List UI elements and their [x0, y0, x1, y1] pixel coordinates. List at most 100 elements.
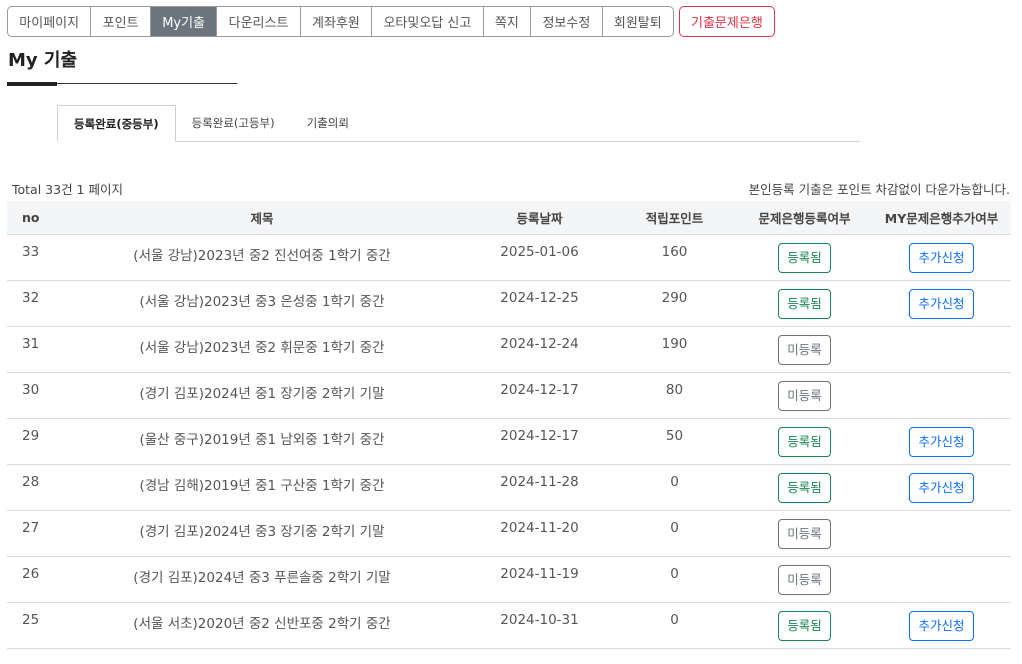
row-title[interactable]: (서울 강남)2023년 중2 진선여중 1학기 중간: [57, 234, 467, 281]
row-date: 2024-12-25: [467, 280, 612, 327]
row-my-bank-cell: [872, 372, 1011, 419]
row-no: 32: [7, 280, 57, 327]
row-points: 190: [612, 326, 737, 373]
row-points: 0: [612, 464, 737, 511]
row-bank-status-cell: 미등록: [737, 372, 872, 419]
row-bank-status-cell: 등록됨: [737, 602, 872, 649]
row-no: 30: [7, 372, 57, 419]
table-header-row: no 제목 등록날짜 적립포인트 문제은행등록여부 MY문제은행추가여부: [7, 201, 1011, 235]
row-bank-status-cell: 미등록: [737, 556, 872, 603]
row-title[interactable]: (서울 서초)2020년 중2 신반포중 2학기 중간: [57, 602, 467, 649]
question-bank-button[interactable]: 기출문제은행: [679, 6, 775, 37]
row-title[interactable]: (서울 강남)2023년 중2 휘문중 1학기 중간: [57, 326, 467, 373]
row-date: 2024-12-17: [467, 372, 612, 419]
row-date: 2024-12-24: [467, 326, 612, 373]
row-points: 0: [612, 602, 737, 649]
row-points: 50: [612, 418, 737, 465]
row-points: 80: [612, 372, 737, 419]
add-request-button[interactable]: 추가신청: [909, 473, 974, 503]
nav-item-7[interactable]: 정보수정: [531, 7, 603, 36]
row-title[interactable]: (서울 강남)2023년 중3 은성중 1학기 중간: [57, 280, 467, 327]
tab-bar: 등록완료(중등부) 등록완료(고등부) 기출의뢰: [57, 105, 860, 142]
row-points: 290: [612, 280, 737, 327]
top-navigation: 마이페이지 포인트 My기출 다운리스트 계좌후원 오타및오답 신고 쪽지 정보수정 회원탈퇴 …: [7, 6, 775, 37]
tab-2[interactable]: 기출의뢰: [291, 105, 365, 141]
row-no: 28: [7, 464, 57, 511]
row-bank-status-cell: 등록됨: [737, 234, 872, 281]
row-no: 27: [7, 510, 57, 557]
table-row: 25 (서울 서초)2020년 중2 신반포중 2학기 중간 2024-10-31 0…: [7, 602, 1011, 649]
unregistered-button[interactable]: 미등록: [778, 335, 831, 365]
table-row: 30 (경기 김포)2024년 중1 장기중 2학기 기말 2024-12-17 80…: [7, 372, 1011, 419]
registered-button[interactable]: 등록됨: [778, 289, 831, 319]
table-row: 26 (경기 김포)2024년 중3 푸른솔중 2학기 기말 2024-11-19 0…: [7, 556, 1011, 603]
nav-item-1[interactable]: 포인트: [91, 7, 151, 36]
title-underline-accent: [7, 82, 57, 86]
table-row: 31 (서울 강남)2023년 중2 휘문중 1학기 중간 2024-12-24 19…: [7, 326, 1011, 373]
row-date: 2024-11-28: [467, 464, 612, 511]
row-bank-status-cell: 등록됨: [737, 464, 872, 511]
nav-item-0[interactable]: 마이페이지: [8, 7, 92, 36]
header-bank-status: 문제은행등록여부: [737, 201, 872, 235]
header-my-bank: MY문제은행추가여부: [872, 201, 1011, 235]
row-points: 0: [612, 556, 737, 603]
table-row: 32 (서울 강남)2023년 중3 은성중 1학기 중간 2024-12-25 29…: [7, 280, 1011, 327]
tab-1[interactable]: 등록완료(고등부): [176, 105, 291, 141]
row-title[interactable]: (경기 김포)2024년 중3 푸른솔중 2학기 기말: [57, 556, 467, 603]
nav-item-3[interactable]: 다운리스트: [217, 7, 301, 36]
row-my-bank-cell: 추가신청: [872, 602, 1011, 649]
download-notice: 본인등록 기출은 포인트 차감없이 다운가능합니다.: [748, 182, 1010, 197]
nav-item-8[interactable]: 회원탈퇴: [603, 7, 673, 36]
row-my-bank-cell: 추가신청: [872, 280, 1011, 327]
row-no: 29: [7, 418, 57, 465]
row-my-bank-cell: 추가신청: [872, 464, 1011, 511]
row-points: 0: [612, 510, 737, 557]
row-title[interactable]: (경기 김포)2024년 중1 장기중 2학기 기말: [57, 372, 467, 419]
add-request-button[interactable]: 추가신청: [909, 427, 974, 457]
row-my-bank-cell: 추가신청: [872, 234, 1011, 281]
row-no: 25: [7, 602, 57, 649]
registered-button[interactable]: 등록됨: [778, 611, 831, 641]
unregistered-button[interactable]: 미등록: [778, 565, 831, 595]
row-my-bank-cell: [872, 556, 1011, 603]
header-points: 적립포인트: [612, 201, 737, 235]
table-row: 33 (서울 강남)2023년 중2 진선여중 1학기 중간 2025-01-06 1…: [7, 234, 1011, 281]
registered-button[interactable]: 등록됨: [778, 473, 831, 503]
unregistered-button[interactable]: 미등록: [778, 519, 831, 549]
row-title[interactable]: (경기 김포)2024년 중3 장기중 2학기 기말: [57, 510, 467, 557]
table-row: 28 (경남 김해)2019년 중1 구산중 1학기 중간 2024-11-28 0 등…: [7, 464, 1011, 511]
my-page-nav-group: 마이페이지 포인트 My기출 다운리스트 계좌후원 오타및오답 신고 쪽지 정보수정 회원탈퇴: [7, 6, 675, 37]
row-title[interactable]: (울산 중구)2019년 중1 남외중 1학기 중간: [57, 418, 467, 465]
header-no: no: [7, 201, 57, 235]
row-title[interactable]: (경남 김해)2019년 중1 구산중 1학기 중간: [57, 464, 467, 511]
row-my-bank-cell: [872, 326, 1011, 373]
total-count: Total 33건 1 페이지: [12, 182, 123, 197]
row-bank-status-cell: 미등록: [737, 510, 872, 557]
add-request-button[interactable]: 추가신청: [909, 611, 974, 641]
row-my-bank-cell: 추가신청: [872, 418, 1011, 465]
row-no: 26: [7, 556, 57, 603]
registered-button[interactable]: 등록됨: [778, 243, 831, 273]
row-bank-status-cell: 등록됨: [737, 418, 872, 465]
row-bank-status-cell: 등록됨: [737, 280, 872, 327]
nav-item-2[interactable]: My기출: [150, 7, 218, 36]
table-row: 29 (울산 중구)2019년 중1 남외중 1학기 중간 2024-12-17 50…: [7, 418, 1011, 465]
header-date: 등록날짜: [467, 201, 612, 235]
row-no: 33: [7, 234, 57, 281]
registered-button[interactable]: 등록됨: [778, 427, 831, 457]
row-date: 2024-12-17: [467, 418, 612, 465]
row-date: 2025-01-06: [467, 234, 612, 281]
row-date: 2024-11-19: [467, 556, 612, 603]
nav-item-4[interactable]: 계좌후원: [301, 7, 373, 36]
nav-item-5[interactable]: 오타및오답 신고: [372, 7, 484, 36]
unregistered-button[interactable]: 미등록: [778, 381, 831, 411]
add-request-button[interactable]: 추가신청: [909, 243, 974, 273]
add-request-button[interactable]: 추가신청: [909, 289, 974, 319]
tab-0[interactable]: 등록완료(중등부): [57, 105, 176, 142]
header-title: 제목: [57, 201, 467, 235]
nav-item-6[interactable]: 쪽지: [484, 7, 532, 36]
row-date: 2024-10-31: [467, 602, 612, 649]
table-row: 27 (경기 김포)2024년 중3 장기중 2학기 기말 2024-11-20 0 미…: [7, 510, 1011, 557]
my-exam-table: no 제목 등록날짜 적립포인트 문제은행등록여부 MY문제은행추가여부 33(…: [7, 201, 1011, 649]
row-no: 31: [7, 326, 57, 373]
